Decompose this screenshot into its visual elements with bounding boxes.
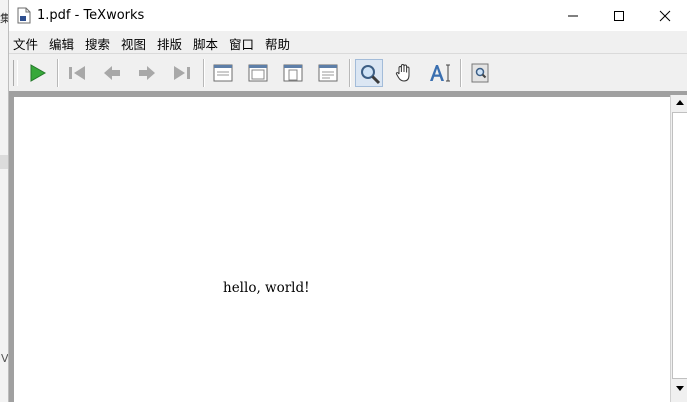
- magnify-tool-button[interactable]: [355, 59, 383, 87]
- close-icon: [659, 10, 671, 22]
- previous-page-icon: [104, 66, 120, 80]
- close-button[interactable]: [642, 0, 687, 31]
- actual-size-button[interactable]: [209, 59, 237, 87]
- fit-page-button[interactable]: [279, 59, 307, 87]
- scroll-up-arrow-icon: [676, 100, 684, 105]
- maximize-icon: [614, 11, 624, 21]
- select-text-icon: [430, 64, 450, 82]
- fit-width-button[interactable]: [244, 59, 272, 87]
- first-page-icon: [69, 66, 85, 80]
- actual-size-icon: [213, 64, 233, 82]
- menu-bar: 文件 编辑 搜索 视图 排版 脚本 窗口 帮助: [9, 31, 687, 53]
- select-text-tool-button[interactable]: [425, 59, 453, 87]
- menu-typeset[interactable]: 排版: [157, 34, 182, 53]
- menu-edit[interactable]: 编辑: [49, 34, 74, 53]
- background-window-strip: 集 V: [0, 0, 11, 402]
- fit-page-icon: [283, 64, 303, 82]
- next-page-icon: [139, 66, 155, 80]
- hand-scroll-icon: [395, 63, 410, 82]
- toolbar-separator: [460, 59, 462, 87]
- last-page-icon: [174, 66, 190, 80]
- toolbar-grip[interactable]: [13, 60, 18, 86]
- full-screen-button[interactable]: [466, 59, 494, 87]
- scroll-up-button[interactable]: [671, 95, 687, 111]
- typeset-button[interactable]: [23, 59, 51, 87]
- vertical-scrollbar[interactable]: [670, 95, 687, 402]
- menu-scripts[interactable]: 脚本: [193, 34, 218, 53]
- toolbar-separator: [57, 59, 59, 87]
- fit-window-button[interactable]: [314, 59, 342, 87]
- previous-page-button[interactable]: [98, 59, 126, 87]
- full-screen-icon: [471, 63, 489, 83]
- hand-scroll-tool-button[interactable]: [390, 59, 418, 87]
- minimize-button[interactable]: [550, 0, 596, 31]
- menu-search[interactable]: 搜索: [85, 34, 110, 53]
- last-page-button[interactable]: [168, 59, 196, 87]
- pdf-document-icon: [17, 7, 31, 24]
- scroll-down-arrow-icon: [676, 386, 684, 391]
- title-bar[interactable]: 1.pdf - TeXworks: [9, 0, 687, 31]
- menu-file[interactable]: 文件: [13, 34, 38, 53]
- pdf-page-text: hello, world!: [223, 280, 310, 296]
- toolbar-separator: [349, 59, 351, 87]
- menu-view[interactable]: 视图: [121, 34, 146, 53]
- menu-window[interactable]: 窗口: [229, 34, 254, 53]
- toolbar-separator: [203, 59, 205, 87]
- scrollbar-thumb[interactable]: [672, 112, 687, 379]
- background-window-control: [0, 155, 8, 169]
- fit-width-icon: [248, 64, 268, 82]
- maximize-button[interactable]: [596, 0, 642, 31]
- first-page-button[interactable]: [63, 59, 91, 87]
- toolbar: [9, 53, 687, 92]
- texworks-pdf-window: 1.pdf - TeXworks 文件 编辑 搜索 视图 排版 脚本 窗口 帮助: [8, 0, 687, 402]
- fit-window-icon: [318, 64, 338, 82]
- magnify-icon: [361, 65, 381, 85]
- pdf-viewer-area[interactable]: hello, world!: [9, 91, 687, 402]
- next-page-button[interactable]: [133, 59, 161, 87]
- pdf-page[interactable]: hello, world!: [14, 97, 670, 402]
- scroll-down-button[interactable]: [671, 380, 687, 396]
- window-title: 1.pdf - TeXworks: [37, 8, 145, 23]
- play-icon: [30, 64, 47, 82]
- menu-help[interactable]: 帮助: [265, 34, 290, 53]
- minimize-icon: [568, 15, 578, 17]
